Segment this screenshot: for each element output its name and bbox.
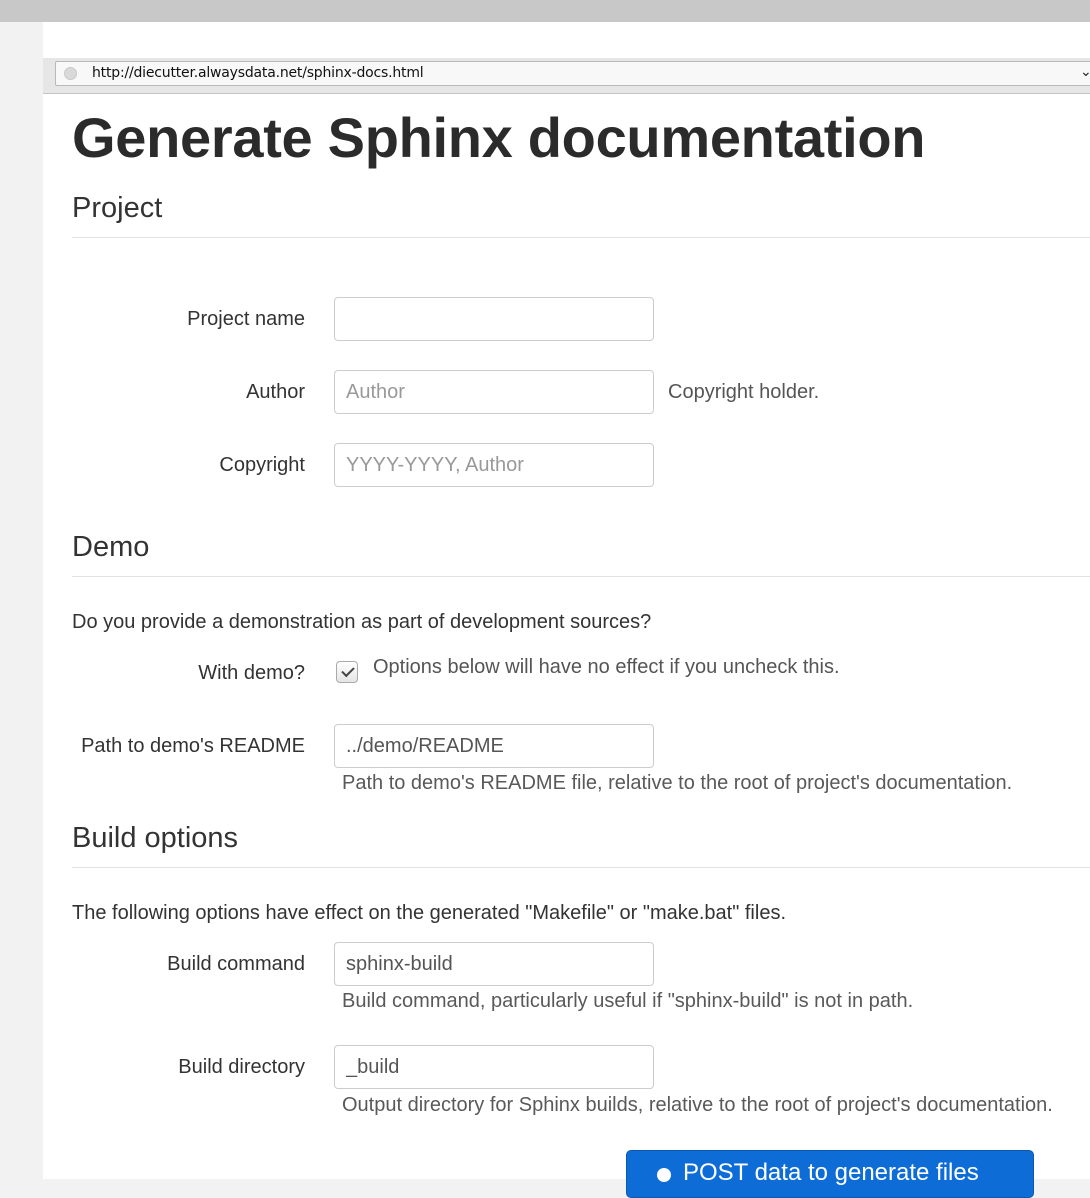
address-bar: http://diecutter.alwaysdata.net/sphinx-d… xyxy=(43,58,1090,94)
checkmark-icon xyxy=(341,663,355,678)
project-divider xyxy=(72,237,1090,238)
submit-button[interactable]: POST data to generate files xyxy=(626,1150,1034,1198)
demo-description: Do you provide a demonstration as part o… xyxy=(72,611,652,633)
globe-icon xyxy=(64,67,77,80)
project-legend: Project xyxy=(72,192,163,224)
build-directory-help: Output directory for Sphinx builds, rela… xyxy=(342,1094,1053,1116)
build-command-label: Build command xyxy=(167,953,305,975)
build-command-help: Build command, particularly useful if "s… xyxy=(342,990,914,1012)
chevron-down-icon[interactable]: ⌄ xyxy=(1080,63,1090,80)
with-demo-label: With demo? xyxy=(198,662,305,684)
url-text: http://diecutter.alwaysdata.net/sphinx-d… xyxy=(92,65,424,81)
author-help: Copyright holder. xyxy=(668,381,820,403)
build-directory-label: Build directory xyxy=(178,1056,305,1078)
circle-icon xyxy=(657,1168,671,1182)
with-demo-help: Options below will have no effect if you… xyxy=(373,656,840,678)
left-gutter xyxy=(0,22,43,1179)
build-divider xyxy=(72,867,1090,868)
build-description: The following options have effect on the… xyxy=(72,902,786,924)
demo-legend: Demo xyxy=(72,531,150,563)
submit-button-label: POST data to generate files xyxy=(683,1159,979,1186)
demo-divider xyxy=(72,576,1090,577)
readme-path-help: Path to demo's README file, relative to … xyxy=(342,772,1013,794)
readme-path-label: Path to demo's README xyxy=(81,735,305,757)
readme-path-input[interactable] xyxy=(334,724,654,768)
author-input[interactable] xyxy=(334,370,654,414)
page-title: Generate Sphinx documentation xyxy=(72,106,926,169)
build-directory-input[interactable] xyxy=(334,1045,654,1089)
url-field[interactable]: http://diecutter.alwaysdata.net/sphinx-d… xyxy=(55,61,1090,86)
copyright-input[interactable] xyxy=(334,443,654,487)
window-top-strip xyxy=(0,0,1090,22)
copyright-label: Copyright xyxy=(219,454,305,476)
with-demo-checkbox[interactable] xyxy=(336,661,358,683)
author-label: Author xyxy=(246,381,305,403)
build-legend: Build options xyxy=(72,822,239,854)
project-name-input[interactable] xyxy=(334,297,654,341)
build-command-input[interactable] xyxy=(334,942,654,986)
project-name-label: Project name xyxy=(187,308,305,330)
